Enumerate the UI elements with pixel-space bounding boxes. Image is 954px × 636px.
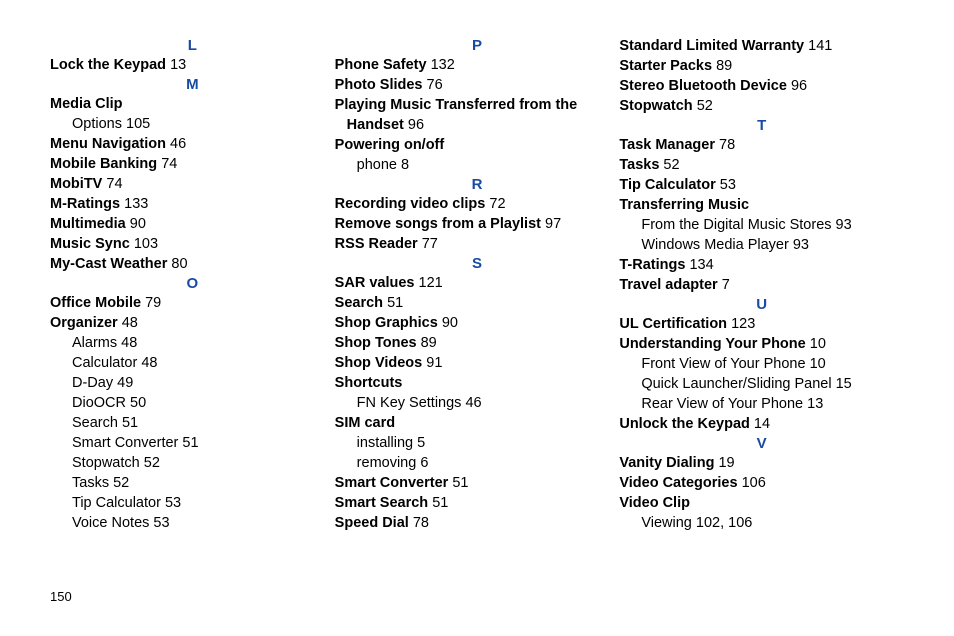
index-col-1: L Lock the Keypad 13 M Media Clip Option… bbox=[50, 36, 335, 533]
section-head-v: V bbox=[619, 435, 904, 452]
entry-mobile-banking: Mobile Banking 74 bbox=[50, 154, 335, 174]
entry-org-alarms: Alarms 48 bbox=[50, 333, 335, 353]
entry-multimedia: Multimedia 90 bbox=[50, 214, 335, 234]
entry-playing-music-1: Playing Music Transferred from the bbox=[335, 95, 620, 115]
entry-vanity-dial: Vanity Dialing 19 bbox=[619, 453, 904, 473]
entry-shop-tones: Shop Tones 89 bbox=[335, 333, 620, 353]
section-head-p: P bbox=[335, 37, 620, 54]
entry-video-clip: Video Clip bbox=[619, 493, 904, 513]
entry-up-rear: Rear View of Your Phone 13 bbox=[619, 394, 904, 414]
entry-ul-cert: UL Certification 123 bbox=[619, 314, 904, 334]
index-columns: L Lock the Keypad 13 M Media Clip Option… bbox=[50, 36, 904, 533]
entry-org-tasks: Tasks 52 bbox=[50, 473, 335, 493]
entry-org-tipcalc: Tip Calculator 53 bbox=[50, 493, 335, 513]
entry-org-dioocr: DioOCR 50 bbox=[50, 393, 335, 413]
entry-starter-packs: Starter Packs 89 bbox=[619, 56, 904, 76]
entry-sar-values: SAR values 121 bbox=[335, 273, 620, 293]
entry-media-clip: Media Clip bbox=[50, 94, 335, 114]
entry-sim-remove: removing 6 bbox=[335, 453, 620, 473]
entry-search: Search 51 bbox=[335, 293, 620, 313]
entry-media-clip-options: Options 105 bbox=[50, 114, 335, 134]
entry-sim-card: SIM card bbox=[335, 413, 620, 433]
entry-mycast: My-Cast Weather 80 bbox=[50, 254, 335, 274]
entry-org-dday: D-Day 49 bbox=[50, 373, 335, 393]
entry-music-sync: Music Sync 103 bbox=[50, 234, 335, 254]
entry-org-voicenotes: Voice Notes 53 bbox=[50, 513, 335, 533]
entry-menu-nav: Menu Navigation 46 bbox=[50, 134, 335, 154]
entry-video-cat: Video Categories 106 bbox=[619, 473, 904, 493]
entry-tip-calc: Tip Calculator 53 bbox=[619, 175, 904, 195]
entry-playing-music-2: Handset 96 bbox=[335, 115, 620, 135]
entry-org-search: Search 51 bbox=[50, 413, 335, 433]
entry-office-mobile: Office Mobile 79 bbox=[50, 293, 335, 313]
entry-mratings: M-Ratings 133 bbox=[50, 194, 335, 214]
entry-stereo-bt: Stereo Bluetooth Device 96 bbox=[619, 76, 904, 96]
entry-unlock-keypad: Unlock the Keypad 14 bbox=[619, 414, 904, 434]
entry-rec-video: Recording video clips 72 bbox=[335, 194, 620, 214]
section-head-t: T bbox=[619, 117, 904, 134]
entry-org-calc: Calculator 48 bbox=[50, 353, 335, 373]
entry-powering-phone: phone 8 bbox=[335, 155, 620, 175]
entry-photo-slides: Photo Slides 76 bbox=[335, 75, 620, 95]
entry-travel-adapter: Travel adapter 7 bbox=[619, 275, 904, 295]
section-head-u: U bbox=[619, 296, 904, 313]
entry-tm-wmp: Windows Media Player 93 bbox=[619, 235, 904, 255]
section-head-l: L bbox=[50, 37, 335, 54]
entry-phone-safety: Phone Safety 132 bbox=[335, 55, 620, 75]
entry-sim-install: installing 5 bbox=[335, 433, 620, 453]
page-number: 150 bbox=[50, 589, 72, 604]
entry-tasks: Tasks 52 bbox=[619, 155, 904, 175]
entry-rss-reader: RSS Reader 77 bbox=[335, 234, 620, 254]
entry-smart-conv: Smart Converter 51 bbox=[335, 473, 620, 493]
entry-task-mgr: Task Manager 78 bbox=[619, 135, 904, 155]
section-head-s: S bbox=[335, 255, 620, 272]
entry-shop-graphics: Shop Graphics 90 bbox=[335, 313, 620, 333]
entry-powering: Powering on/off bbox=[335, 135, 620, 155]
entry-organizer: Organizer 48 bbox=[50, 313, 335, 333]
section-head-o: O bbox=[50, 275, 335, 292]
entry-mobitv: MobiTV 74 bbox=[50, 174, 335, 194]
entry-stopwatch: Stopwatch 52 bbox=[619, 96, 904, 116]
index-col-3: Standard Limited Warranty 141 Starter Pa… bbox=[619, 36, 904, 533]
entry-lock-keypad: Lock the Keypad 13 bbox=[50, 55, 335, 75]
entry-org-smartconv: Smart Converter 51 bbox=[50, 433, 335, 453]
entry-shop-videos: Shop Videos 91 bbox=[335, 353, 620, 373]
entry-speed-dial: Speed Dial 78 bbox=[335, 513, 620, 533]
entry-tratings: T-Ratings 134 bbox=[619, 255, 904, 275]
section-head-r: R bbox=[335, 176, 620, 193]
index-col-2: P Phone Safety 132 Photo Slides 76 Playi… bbox=[335, 36, 620, 533]
entry-org-stopwatch: Stopwatch 52 bbox=[50, 453, 335, 473]
entry-und-phone: Understanding Your Phone 10 bbox=[619, 334, 904, 354]
entry-up-front: Front View of Your Phone 10 bbox=[619, 354, 904, 374]
entry-tm-digital: From the Digital Music Stores 93 bbox=[619, 215, 904, 235]
entry-transfer-music: Transferring Music bbox=[619, 195, 904, 215]
entry-remove-songs: Remove songs from a Playlist 97 bbox=[335, 214, 620, 234]
entry-smart-search: Smart Search 51 bbox=[335, 493, 620, 513]
entry-up-quick: Quick Launcher/Sliding Panel 15 bbox=[619, 374, 904, 394]
entry-warranty: Standard Limited Warranty 141 bbox=[619, 36, 904, 56]
entry-vc-viewing: Viewing 102, 106 bbox=[619, 513, 904, 533]
entry-shortcuts-fn: FN Key Settings 46 bbox=[335, 393, 620, 413]
section-head-m: M bbox=[50, 76, 335, 93]
entry-shortcuts: Shortcuts bbox=[335, 373, 620, 393]
